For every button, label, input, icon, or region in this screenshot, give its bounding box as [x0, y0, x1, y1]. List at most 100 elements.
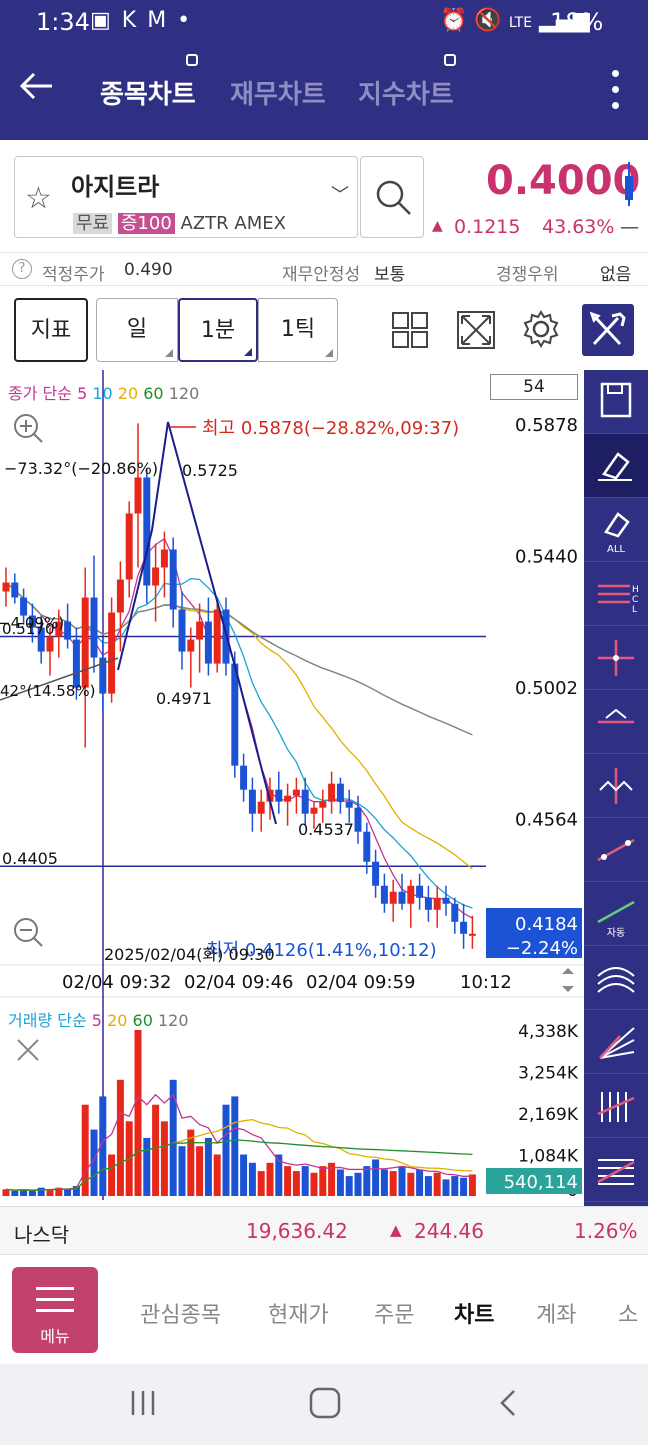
nav-order[interactable]: 주문: [374, 1297, 414, 1329]
candle-body: [248, 789, 256, 814]
bottom-nav: 메뉴 관심종목 현재가 주문 차트 계좌 소: [0, 1254, 648, 1364]
volume-bar: [134, 1030, 142, 1196]
indicator-button[interactable]: 지표: [14, 298, 88, 362]
volume-legend[interactable]: 거래량 단순 5 20 60 120: [8, 1007, 189, 1031]
candle-body: [72, 639, 80, 688]
layout-grid-icon[interactable]: [392, 312, 428, 352]
search-button[interactable]: [360, 156, 424, 238]
help-icon[interactable]: ?: [12, 259, 32, 279]
alarm-icon: ⏰: [440, 8, 468, 33]
tab-index-chart[interactable]: 지수차트: [358, 74, 454, 111]
menu-button[interactable]: 메뉴: [12, 1267, 98, 1353]
nav-account[interactable]: 계좌: [536, 1297, 576, 1329]
home-icon[interactable]: [308, 1386, 342, 1424]
search-icon: [373, 177, 413, 221]
index-change: 244.46: [414, 1219, 484, 1243]
index-up-arrow: ▲: [390, 1221, 402, 1239]
volume-bar: [143, 1137, 151, 1196]
volume-bar: [416, 1169, 424, 1196]
competition-label: 경쟁우위: [496, 265, 559, 285]
trend-line-icon[interactable]: [584, 818, 648, 882]
candle-body: [187, 639, 195, 652]
nav-current-price[interactable]: 현재가: [268, 1297, 329, 1329]
tab-stock-chart[interactable]: 종목차트: [100, 74, 196, 111]
arc-icon[interactable]: [584, 946, 648, 1010]
gear-icon[interactable]: [520, 308, 562, 354]
fibonacci-icon[interactable]: [584, 1138, 648, 1202]
one-minute-interval-button[interactable]: 1분: [178, 298, 258, 362]
more-menu-icon[interactable]: [612, 70, 622, 118]
index-value: 19,636.42: [246, 1219, 348, 1243]
system-nav-bar: [0, 1364, 648, 1445]
price-chart[interactable]: 0.5878 0.5440 0.5002 0.4564 −73.32°(−20.86%)…: [0, 370, 584, 1201]
volume-bar: [37, 1187, 45, 1196]
speed-line-icon[interactable]: [584, 1074, 648, 1138]
candle-body: [363, 831, 371, 862]
back-icon[interactable]: [496, 1388, 520, 1422]
close-icon: [17, 1039, 39, 1061]
horizontal-line-icon[interactable]: [584, 690, 648, 754]
zoom-in-icon: [33, 433, 43, 443]
day-interval-button[interactable]: 일: [96, 298, 178, 362]
candle-body: [416, 885, 424, 898]
volume-bar: [46, 1189, 54, 1196]
price-change-percent: 43.63%: [542, 216, 615, 238]
auto-trend-icon[interactable]: 자동: [584, 882, 648, 946]
legend-ma10: 10: [92, 384, 113, 403]
tab-financial-chart[interactable]: 재무차트: [230, 74, 326, 111]
volume-bar: [284, 1166, 292, 1196]
x-axis-tick: 02/04 09:32: [62, 972, 171, 993]
vertical-line-icon[interactable]: [584, 754, 648, 818]
competition-value: 없음: [600, 265, 632, 285]
index-change-percent: 1.26%: [574, 1219, 638, 1243]
y-axis-tick: 0.5878: [515, 415, 578, 436]
stock-name: 아지트라: [71, 173, 160, 201]
save-icon[interactable]: [584, 370, 648, 434]
nav-chart[interactable]: 차트: [454, 1297, 494, 1329]
vol-legend-ma60: 60: [132, 1011, 153, 1030]
volume-bar: [442, 1179, 450, 1196]
x-axis-tick: 02/04 09:46: [184, 972, 293, 993]
candle-body: [204, 621, 212, 664]
favorite-star-icon[interactable]: ☆: [25, 181, 52, 216]
volume-bar: [248, 1162, 256, 1196]
nav-watchlist[interactable]: 관심종목: [140, 1297, 221, 1329]
svg-text:ALL: ALL: [607, 544, 625, 555]
stock-tags: 무료 증100 AZTR AMEX: [73, 209, 286, 235]
volume-bar: [389, 1171, 397, 1196]
volume-bar: [292, 1171, 300, 1196]
period-count[interactable]: 54: [490, 374, 578, 400]
fan-icon[interactable]: [584, 1010, 648, 1074]
nav-more[interactable]: 소: [618, 1297, 638, 1329]
volume-bar: [451, 1176, 459, 1196]
svg-text:자동: 자동: [607, 927, 625, 939]
candle-body: [240, 765, 248, 790]
recent-apps-icon[interactable]: [128, 1388, 158, 1422]
stock-selector[interactable]: ☆ 아지트라 무료 증100 AZTR AMEX ﹀: [14, 156, 358, 238]
back-arrow-icon[interactable]: [16, 66, 56, 113]
eraser-all-icon[interactable]: ALL: [584, 498, 648, 562]
current-price-label: 0.4184: [515, 914, 578, 935]
one-tick-interval-button[interactable]: 1틱: [258, 298, 338, 362]
candle-body: [2, 582, 10, 592]
line-price-annotation: 0.5170: [2, 620, 55, 638]
drawing-tools-button[interactable]: [582, 304, 634, 356]
volume-bar: [11, 1191, 19, 1196]
candle-body: [345, 801, 353, 808]
vol-legend-ma5: 5: [91, 1011, 102, 1030]
cross-line-icon[interactable]: [584, 626, 648, 690]
fullscreen-icon[interactable]: [456, 310, 496, 354]
lte-label: LTE: [508, 15, 533, 31]
chevron-down-icon[interactable]: ﹀: [331, 181, 349, 207]
candle-body: [328, 783, 336, 802]
hcl-icon[interactable]: HCL: [584, 562, 648, 626]
price-legend[interactable]: 종가 단순 5 10 20 60 120: [8, 380, 199, 404]
candle-body: [125, 513, 133, 580]
candle-body: [372, 861, 380, 886]
volume-bar: [178, 1146, 186, 1196]
price-annotation: 0.4537: [298, 820, 354, 839]
candle-body: [20, 597, 28, 616]
market-index-bar[interactable]: 나스닥 19,636.42 ▲ 244.46 1.26%: [0, 1206, 648, 1254]
candle-body: [46, 636, 54, 652]
eraser-icon[interactable]: [584, 434, 648, 498]
